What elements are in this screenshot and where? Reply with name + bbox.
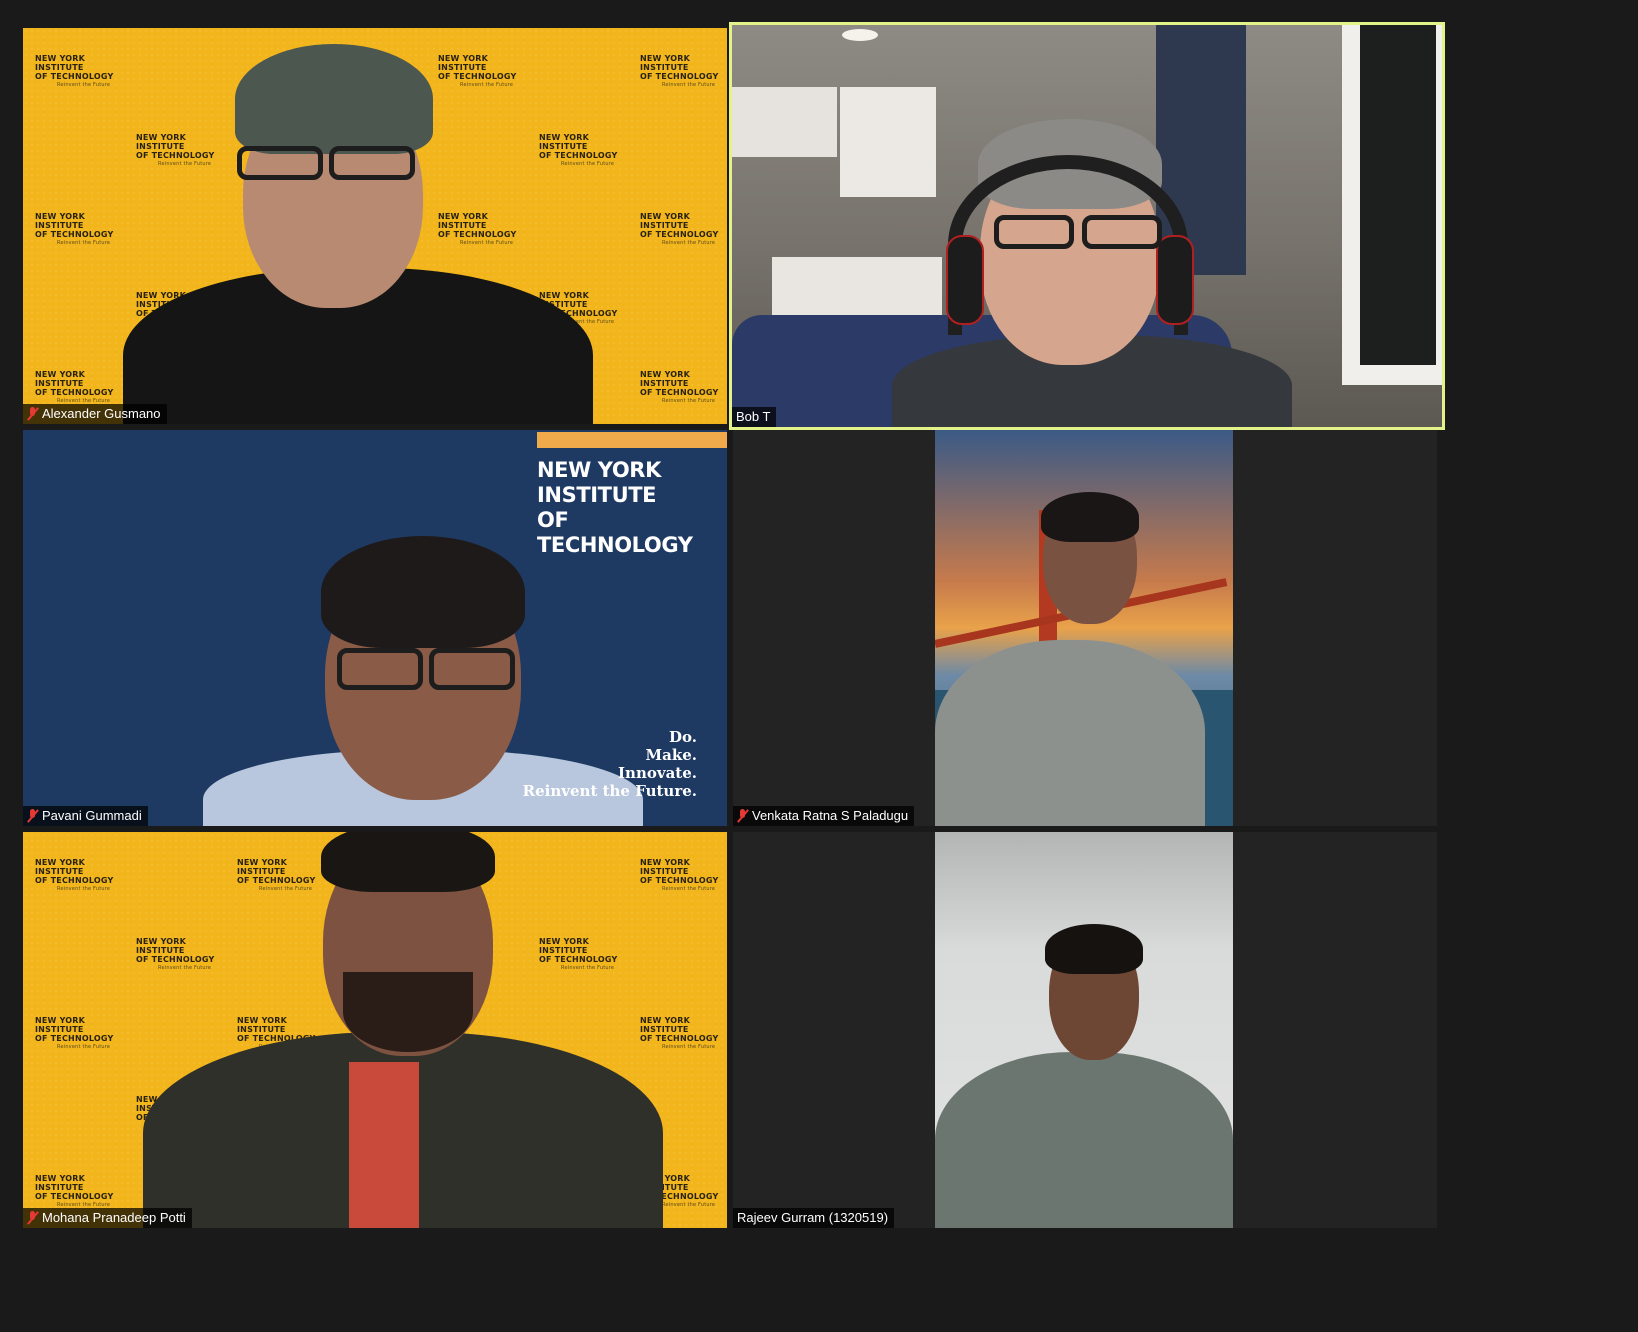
participant-hair xyxy=(321,536,525,648)
participant-name: Venkata Ratna S Paladugu xyxy=(752,808,909,823)
participant-name: Alexander Gusmano xyxy=(42,406,161,421)
mic-muted-icon xyxy=(27,1211,38,1225)
video-tile-pavani-gummadi[interactable]: NEW YORK INSTITUTE OF TECHNOLOGY Do. Mak… xyxy=(23,430,727,826)
participant-name-tag: Pavani Gummadi xyxy=(23,806,148,826)
nyit-logo-accent-bar xyxy=(537,432,727,448)
participant-glasses xyxy=(337,648,423,690)
backdrop-logo: NEW YORK INSTITUTEOF TECHNOLOGYReinvent … xyxy=(35,54,114,88)
participant-name-tag: Venkata Ratna S Paladugu xyxy=(733,806,915,826)
participant-video xyxy=(935,832,1233,1228)
participant-glasses xyxy=(237,146,323,180)
participant-glasses xyxy=(1082,215,1162,249)
chalkboard xyxy=(1360,25,1436,365)
kitchen-cabinet xyxy=(732,87,837,157)
participant-name-tag: Bob T xyxy=(732,407,777,427)
video-tile-bob-t[interactable]: Bob T xyxy=(729,22,1445,430)
participant-video xyxy=(732,25,1442,427)
backdrop-logo: NEW YORK INSTITUTEOF TECHNOLOGYReinvent … xyxy=(640,858,719,892)
participant-name-tag: Alexander Gusmano xyxy=(23,404,167,424)
participant-hair xyxy=(1045,924,1143,974)
backdrop-logo: NEW YORK INSTITUTEOF TECHNOLOGYReinvent … xyxy=(640,370,719,404)
participant-name-tag: Rajeev Gurram (1320519) xyxy=(733,1208,895,1228)
backdrop-logo: NEW YORK INSTITUTEOF TECHNOLOGYReinvent … xyxy=(438,54,517,88)
video-tile-rajeev-gurram[interactable]: Rajeev Gurram (1320519) xyxy=(733,832,1437,1228)
backdrop-logo: NEW YORK INSTITUTEOF TECHNOLOGYReinvent … xyxy=(35,1016,114,1050)
mic-muted-icon xyxy=(27,809,38,823)
participant-hair xyxy=(1041,492,1139,542)
video-tile-mohana-pranadeep-potti[interactable]: NEW YORK INSTITUTE OF TECHNOLOGY Reinvent … xyxy=(23,832,727,1228)
participant-glasses xyxy=(429,648,515,690)
backdrop-logo: NEW YORK INSTITUTEOF TECHNOLOGYReinvent … xyxy=(136,133,215,167)
backdrop-logo: NEW YORK INSTITUTEOF TECHNOLOGYReinvent … xyxy=(539,937,618,971)
backdrop-logo: NEW YORK INSTITUTEOF TECHNOLOGYReinvent … xyxy=(35,212,114,246)
participant-cap xyxy=(235,44,433,154)
participant-name: Bob T xyxy=(736,409,771,424)
nyit-logo: NEW YORK INSTITUTE OF TECHNOLOGY xyxy=(537,458,693,557)
backdrop-logo: NEW YORK INSTITUTEOF TECHNOLOGYReinvent … xyxy=(640,212,719,246)
backdrop-logo: NEW YORK INSTITUTEOF TECHNOLOGYReinvent … xyxy=(640,54,719,88)
participant-name: Rajeev Gurram (1320519) xyxy=(737,1210,889,1225)
kitchen-counter xyxy=(772,257,942,317)
participant-torso xyxy=(935,640,1205,826)
video-tile-venkata-ratna-s-paladugu[interactable]: Venkata Ratna S Paladugu xyxy=(733,430,1437,826)
participant-beard xyxy=(343,972,473,1052)
mic-muted-icon xyxy=(737,809,748,823)
participant-glasses xyxy=(994,215,1074,249)
participant-name: Pavani Gummadi xyxy=(42,808,142,823)
backdrop-logo: NEW YORK INSTITUTEOF TECHNOLOGYReinvent … xyxy=(35,858,114,892)
participant-name-tag: Mohana Pranadeep Potti xyxy=(23,1208,192,1228)
ceiling-light xyxy=(842,29,878,41)
headset-earcup xyxy=(946,235,984,325)
backdrop-logo: NEW YORK INSTITUTEOF TECHNOLOGYReinvent … xyxy=(136,937,215,971)
backdrop-logo: NEW YORK INSTITUTEOF TECHNOLOGYReinvent … xyxy=(438,212,517,246)
video-tile-alexander-gusmano[interactable]: NEW YORK INSTITUTE OF TECHNOLOGY Reinvent … xyxy=(23,28,727,424)
backdrop-logo: NEW YORK INSTITUTEOF TECHNOLOGYReinvent … xyxy=(539,133,618,167)
nyit-motto: Do. Make. Innovate. Reinvent the Future. xyxy=(522,728,697,800)
backdrop-logo: NEW YORK INSTITUTEOF TECHNOLOGYReinvent … xyxy=(35,1174,114,1208)
participant-video xyxy=(935,430,1233,826)
backdrop-logo: NEW YORK INSTITUTEOF TECHNOLOGYReinvent … xyxy=(237,858,316,892)
backdrop-logo: NEW YORK INSTITUTEOF TECHNOLOGYReinvent … xyxy=(35,370,114,404)
backdrop-logo: NEW YORK INSTITUTEOF TECHNOLOGYReinvent … xyxy=(640,1016,719,1050)
participant-glasses xyxy=(329,146,415,180)
participant-polo xyxy=(935,1052,1233,1228)
mic-muted-icon xyxy=(27,407,38,421)
participant-hair xyxy=(321,832,495,892)
kitchen-cabinet xyxy=(840,87,936,197)
participant-shirt xyxy=(349,1062,419,1228)
headset-earcup xyxy=(1156,235,1194,325)
participant-name: Mohana Pranadeep Potti xyxy=(42,1210,186,1225)
